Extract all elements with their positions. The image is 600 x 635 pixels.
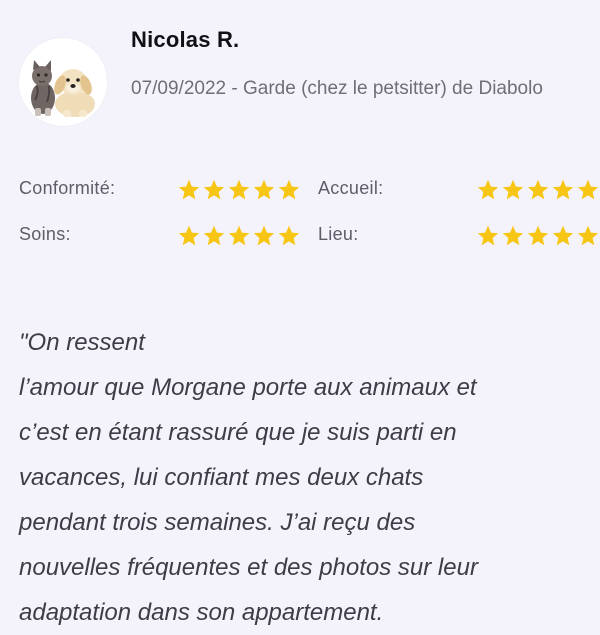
star-icon: [228, 179, 250, 200]
review-meta: 07/09/2022 - Garde (chez le petsitter) d…: [131, 78, 543, 99]
star-icon: [178, 225, 200, 246]
rating-stars-accueil: [476, 178, 600, 202]
rating-stars-conformite: [177, 178, 301, 202]
review-card: Nicolas R. 07/09/2022 - Garde (chez le p…: [0, 0, 600, 626]
rating-label-soins: Soins:: [19, 224, 71, 244]
star-icon: [278, 179, 300, 200]
star-icon: [502, 225, 524, 246]
star-icon: [253, 179, 275, 200]
star-icon: [203, 179, 225, 200]
rating-stars-soins: [177, 224, 301, 248]
star-icon: [577, 179, 599, 200]
star-icon: [278, 225, 300, 246]
star-icon: [527, 225, 549, 246]
star-icon: [477, 225, 499, 246]
rating-stars-lieu: [476, 224, 600, 248]
rating-label-conformite: Conformité:: [19, 178, 116, 198]
star-icon: [552, 179, 574, 200]
star-icon: [228, 225, 250, 246]
star-icon: [477, 179, 499, 200]
star-icon: [178, 179, 200, 200]
rating-label-accueil: Accueil:: [318, 178, 384, 198]
star-icon: [203, 225, 225, 246]
star-icon: [253, 225, 275, 246]
review-comment: "On ressent l’amour que Morgane porte au…: [19, 329, 478, 626]
star-icon: [527, 179, 549, 200]
star-icon: [577, 225, 599, 246]
rating-label-lieu: Lieu:: [318, 224, 359, 244]
star-icon: [552, 225, 574, 246]
cat-and-dog-avatar-icon: [31, 60, 95, 117]
reviewer-name: Nicolas R.: [131, 27, 240, 52]
reviewer-avatar: [19, 38, 107, 126]
star-icon: [502, 179, 524, 200]
